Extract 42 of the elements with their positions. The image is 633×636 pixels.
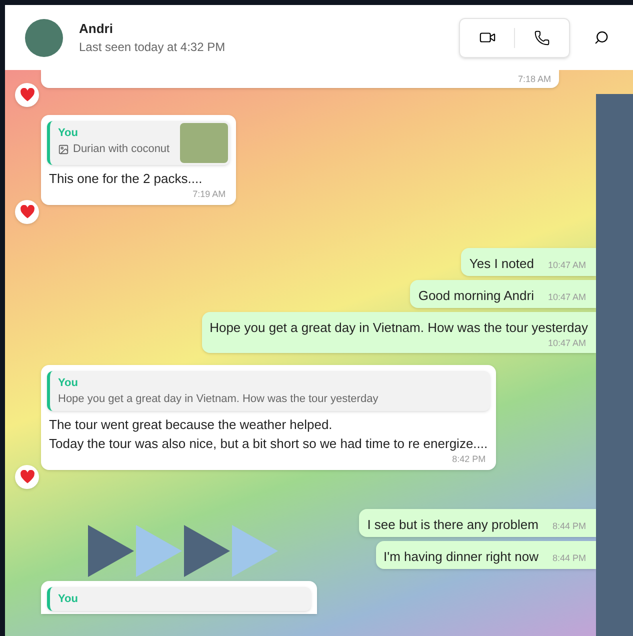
heart-icon	[20, 470, 34, 484]
message-time: 8:42 PM	[452, 453, 487, 466]
message-time: 10:47 AM	[548, 336, 587, 350]
heart-icon	[20, 204, 34, 218]
heart-icon	[20, 88, 34, 102]
search-button[interactable]	[594, 30, 609, 45]
search-icon	[594, 30, 609, 45]
message-bubble[interactable]: You Durian with coconut This one for the 2 packs.... 7:19 AM	[41, 115, 236, 204]
message-text: Good morning Andri	[417, 286, 535, 304]
reply-text: Durian with coconut	[73, 142, 170, 157]
message-time: 10:47 AM	[548, 259, 587, 272]
message-time: 7:19 AM	[192, 188, 227, 201]
heart-reaction[interactable]	[15, 200, 39, 224]
phone-icon	[534, 30, 550, 46]
message-time: 8:44 PM	[552, 552, 587, 565]
last-seen-status: Last seen today at 4:32 PM	[79, 39, 226, 56]
reply-author: You	[58, 376, 79, 391]
message-time: 10:47 AM	[548, 291, 587, 304]
message-text: I'm having dinner right now	[382, 548, 540, 566]
message-text: Yes I noted	[468, 254, 535, 272]
message-time: 8:44 PM	[552, 520, 587, 533]
heart-reaction[interactable]	[15, 83, 39, 107]
photo-icon	[58, 144, 69, 154]
message-bubble[interactable]: Good morning Andri 10:47 AM	[410, 280, 596, 308]
heart-reaction[interactable]	[15, 464, 39, 488]
message-time: 7:18 AM	[518, 72, 551, 86]
avatar[interactable]	[25, 18, 63, 56]
message-bubble[interactable]: Hope you get a great day in Vietnam. How was the tour yesterday 10:47 AM	[202, 312, 596, 353]
message-bubble[interactable]	[41, 365, 496, 470]
reply-quote[interactable]: You Hope you get a great day in Vietnam. How was the tour yesterday	[47, 371, 490, 411]
message-bubble[interactable]: Yes I noted 10:47 AM	[461, 248, 596, 276]
contact-name: Andri	[79, 20, 114, 38]
reply-author: You	[58, 126, 79, 141]
message-text: This one for the 2 packs....	[48, 170, 204, 188]
message-text: The tour went great because the weather helped. Today the tour was also nice, but a bit short so we had time to re energize....	[48, 416, 489, 453]
message-bubble[interactable]: I see but is there any problem 8:44 PM	[359, 508, 596, 536]
message-text: I see but is there any problem	[366, 516, 540, 534]
message-bubble[interactable]: I'm having dinner right now 8:44 PM	[376, 540, 596, 568]
message-text: Hope you get a great day in Vietnam. How was the tour yesterday	[208, 318, 589, 336]
reply-text: Hope you get a great day in Vietnam. How was the tour yesterday	[58, 392, 378, 407]
reply-author: You	[58, 592, 79, 606]
reply-quote[interactable]: You Durian with coconut	[47, 121, 230, 165]
